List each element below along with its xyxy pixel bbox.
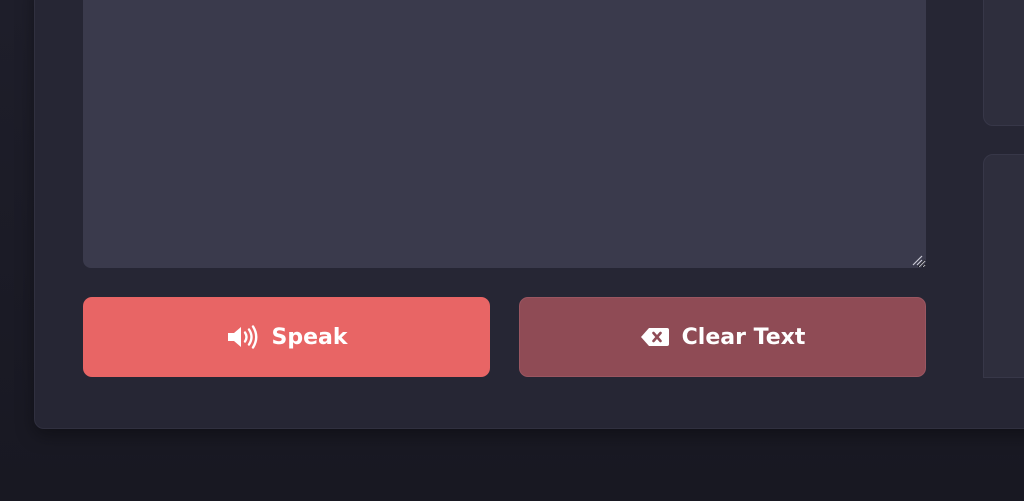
speak-button-label: Speak xyxy=(271,324,348,350)
clear-button-label: Clear Text xyxy=(681,324,806,350)
text-input-area[interactable] xyxy=(83,0,926,268)
app-background: Speak Clear Text xyxy=(0,0,1024,501)
volume-up-icon xyxy=(226,324,260,350)
side-panel-card xyxy=(983,154,1024,378)
speak-button[interactable]: Speak xyxy=(83,297,490,377)
side-panel-card xyxy=(983,0,1024,126)
backspace-icon xyxy=(640,326,670,348)
clear-text-button[interactable]: Clear Text xyxy=(519,297,926,377)
resize-handle-icon[interactable] xyxy=(911,254,923,266)
